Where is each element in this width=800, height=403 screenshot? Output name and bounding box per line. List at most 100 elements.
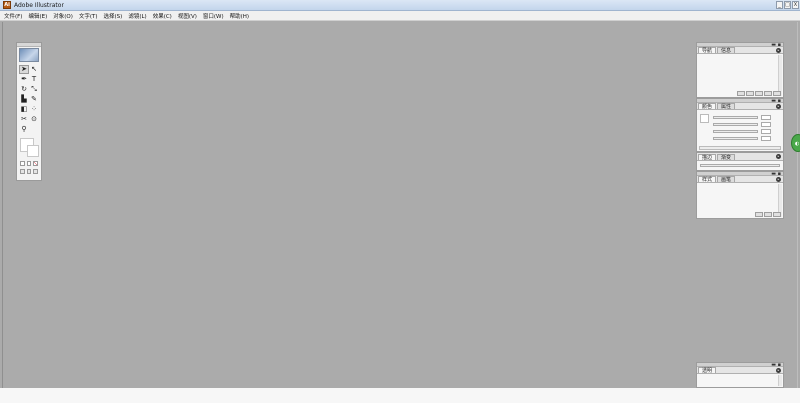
clip-button[interactable]: [755, 91, 763, 96]
window-controls: _ □ X: [776, 1, 799, 9]
rotate-icon[interactable]: ↻: [19, 85, 29, 94]
tool-row: ↻ ⤡: [17, 84, 41, 94]
eyedropper-icon[interactable]: ⊙: [29, 115, 39, 124]
menu-effect[interactable]: 效果(C): [153, 12, 172, 20]
pen-icon[interactable]: ✒: [19, 75, 29, 84]
scrollbar[interactable]: [778, 55, 782, 96]
gradient-button[interactable]: [26, 161, 32, 166]
styles-panel: ▬ ▪ 样式 画笔 ▸: [696, 171, 784, 219]
scissors-icon[interactable]: ✂: [19, 115, 29, 124]
color-ramp[interactable]: [699, 146, 781, 150]
window-title: Adobe Illustrator: [14, 1, 64, 9]
menu-filter[interactable]: 滤镜(L): [128, 12, 146, 20]
tool-row: ✂ ⊙: [17, 114, 41, 124]
close-button[interactable]: X: [792, 1, 799, 9]
scale-icon[interactable]: ⤡: [29, 85, 39, 94]
panel-menu-icon[interactable]: ▸: [776, 177, 781, 182]
slider-value[interactable]: [761, 122, 771, 127]
panel-body: [697, 54, 783, 97]
new-layer-button[interactable]: [764, 91, 772, 96]
toolbox-grip[interactable]: [17, 43, 41, 47]
tab-transparency[interactable]: 透明: [698, 367, 717, 374]
status-area: [0, 388, 800, 403]
slider-track[interactable]: [713, 130, 758, 133]
full-screen-button[interactable]: [33, 169, 39, 174]
panel-body: [697, 374, 783, 387]
delete-button[interactable]: [773, 91, 781, 96]
menu-bar: 文件(F) 编辑(E) 对象(O) 文字(T) 选择(S) 滤镜(L) 效果(C…: [0, 11, 800, 21]
tab-info[interactable]: 信息: [717, 47, 736, 54]
standard-screen-button[interactable]: [20, 169, 25, 174]
slider-track[interactable]: [713, 123, 758, 126]
menu-window[interactable]: 窗口(W): [203, 12, 224, 20]
new-style-button[interactable]: [764, 212, 772, 217]
slider-value[interactable]: [761, 115, 771, 120]
delete-style-button[interactable]: [773, 212, 781, 217]
green-circle-icon[interactable]: ◐: [791, 134, 800, 152]
color-panel: ▬ ▪ 颜色 属性 ▸: [696, 98, 784, 152]
slider-track[interactable]: [713, 116, 758, 119]
menu-object[interactable]: 对象(O): [53, 12, 73, 20]
tool-row: ⚲: [17, 124, 41, 134]
slider-row: [697, 128, 783, 135]
slider-track[interactable]: [713, 137, 758, 140]
illustrator-app-icon[interactable]: Ai: [3, 1, 11, 9]
tool-grid: ➤ ↖ ✒ T ↻ ⤡ ▙ ✎ ◧ ⁘ ✂ ⊙ ⚲: [17, 64, 41, 134]
panel-body: [697, 183, 783, 218]
gradient-icon[interactable]: ◧: [19, 105, 29, 114]
color-fill-preview[interactable]: [700, 114, 709, 123]
hand-icon[interactable]: [29, 125, 39, 134]
menu-file[interactable]: 文件(F): [4, 12, 22, 20]
illustrator-window: Ai Adobe Illustrator _ □ X 文件(F) 编辑(E) 对…: [0, 0, 800, 403]
scrollbar[interactable]: [778, 375, 782, 386]
panel-menu-icon[interactable]: ▸: [776, 104, 781, 109]
menu-select[interactable]: 选择(S): [104, 12, 123, 20]
slider-row: [697, 121, 783, 128]
break-link-button[interactable]: [755, 212, 763, 217]
full-screen-menu-button[interactable]: [26, 169, 32, 174]
panel-tabs: 透明 ▸: [697, 367, 783, 374]
panel-menu-icon[interactable]: ▸: [776, 368, 781, 373]
slider-value[interactable]: [761, 136, 771, 141]
tab-styles[interactable]: 样式: [698, 176, 717, 183]
tab-stroke[interactable]: 描边: [698, 154, 717, 161]
slider-value[interactable]: [761, 129, 771, 134]
menu-type[interactable]: 文字(T): [79, 12, 98, 20]
menu-view[interactable]: 视图(V): [178, 12, 197, 20]
panel-menu-icon[interactable]: ▸: [776, 154, 781, 159]
tab-color[interactable]: 颜色: [698, 103, 717, 110]
navigator-panel: ▬ ▪ 导航 信息 ▸: [696, 42, 784, 98]
tab-attributes[interactable]: 属性: [717, 103, 736, 110]
panel-tabs: 样式 画笔 ▸: [697, 176, 783, 183]
slider-row: [697, 114, 783, 121]
tab-navigator[interactable]: 导航: [698, 47, 717, 54]
tab-gradient[interactable]: 渐变: [717, 154, 736, 161]
workspace-canvas[interactable]: [2, 22, 798, 388]
stroke-panel: 描边 渐变 ▸: [696, 152, 784, 171]
stroke-weight-field[interactable]: [700, 164, 780, 167]
blend-icon[interactable]: ⁘: [29, 105, 39, 114]
menu-edit[interactable]: 编辑(E): [28, 12, 47, 20]
zoom-icon[interactable]: ⚲: [19, 125, 29, 134]
tab-brushes[interactable]: 画笔: [717, 176, 736, 183]
color-button[interactable]: [20, 161, 25, 166]
fill-stroke-swatches: [19, 138, 39, 158]
toolbox-logo[interactable]: [19, 48, 39, 62]
none-icon[interactable]: [33, 161, 39, 166]
maximize-button[interactable]: □: [784, 1, 791, 9]
pencil-icon[interactable]: ✎: [29, 95, 39, 104]
minimize-button[interactable]: _: [776, 1, 783, 9]
selection-arrow-icon[interactable]: ➤: [19, 64, 29, 74]
panel-tabs: 描边 渐变 ▸: [697, 153, 783, 161]
sublayer-button[interactable]: [746, 91, 754, 96]
tool-row: ➤ ↖: [17, 64, 41, 74]
panel-menu-icon[interactable]: ▸: [776, 48, 781, 53]
color-mode-buttons: [17, 161, 41, 166]
direct-select-icon[interactable]: ↖: [29, 65, 39, 74]
graph-icon[interactable]: ▙: [19, 95, 29, 104]
stroke-swatch[interactable]: [27, 145, 39, 157]
menu-help[interactable]: 帮助(H): [230, 12, 249, 20]
type-icon[interactable]: T: [29, 75, 39, 84]
toolbox-panel: ➤ ↖ ✒ T ↻ ⤡ ▙ ✎ ◧ ⁘ ✂ ⊙ ⚲: [16, 42, 42, 181]
locate-button[interactable]: [737, 91, 745, 96]
